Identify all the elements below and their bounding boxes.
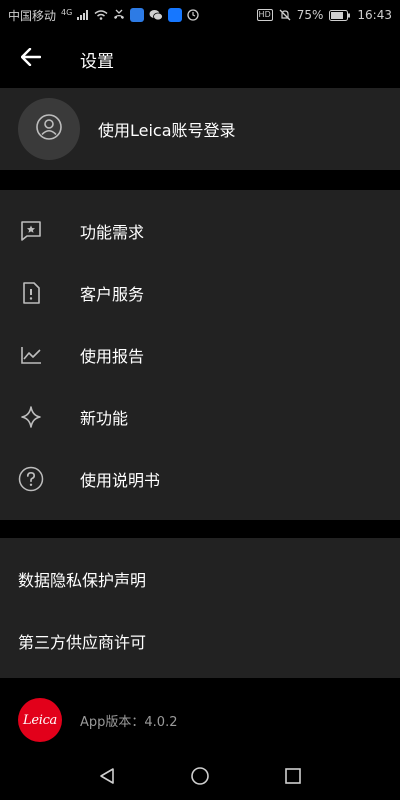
missed-call-icon bbox=[113, 9, 125, 21]
nav-recents-button[interactable] bbox=[273, 758, 313, 798]
menu-label: 使用说明书 bbox=[80, 471, 161, 490]
battery-icon bbox=[329, 9, 351, 21]
help-circle-icon bbox=[0, 448, 62, 510]
document-alert-icon bbox=[0, 262, 62, 324]
menu-item-customer-service[interactable]: 客户服务 bbox=[0, 262, 400, 324]
menu-item-usage-report[interactable]: 使用报告 bbox=[0, 324, 400, 386]
login-row[interactable]: 使用Leica账号登录 bbox=[0, 88, 400, 170]
system-nav-bar bbox=[0, 756, 400, 800]
square-recents-icon bbox=[284, 767, 302, 789]
menu-item-new-features[interactable]: 新功能 bbox=[0, 386, 400, 448]
app-version: App版本：4.0.2 bbox=[80, 714, 178, 730]
signal-icon bbox=[77, 10, 89, 20]
status-right: HD 75% 16:43 bbox=[256, 8, 392, 22]
page-title: 设置 bbox=[80, 51, 114, 72]
status-left: 中国移动 4G bbox=[8, 7, 199, 24]
triangle-back-icon bbox=[98, 767, 116, 789]
wechat-icon bbox=[149, 9, 164, 21]
avatar bbox=[18, 98, 80, 160]
sparkle-icon bbox=[0, 386, 62, 448]
nav-home-button[interactable] bbox=[180, 758, 220, 798]
app-bar: 设置 bbox=[0, 30, 400, 88]
nav-back-button[interactable] bbox=[87, 758, 127, 798]
menu-item-manual[interactable]: 使用说明书 bbox=[0, 448, 400, 510]
footer: Leica App版本：4.0.2 bbox=[0, 680, 400, 760]
menu-item-feature-request[interactable]: 功能需求 bbox=[0, 200, 400, 262]
battery-percent: 75% bbox=[296, 8, 324, 22]
app-notification-icon bbox=[130, 8, 145, 22]
menu-label: 客户服务 bbox=[80, 285, 145, 304]
menu-label: 新功能 bbox=[80, 409, 129, 428]
circle-home-icon bbox=[190, 766, 210, 790]
clock-app-icon bbox=[187, 9, 199, 21]
leica-logo: Leica bbox=[18, 698, 62, 742]
link-privacy-statement[interactable]: 数据隐私保护声明 bbox=[0, 548, 400, 610]
clock-time: 16:43 bbox=[357, 8, 392, 22]
network-type: 4G bbox=[61, 7, 73, 17]
alipay-icon bbox=[168, 8, 183, 22]
feedback-star-icon bbox=[0, 200, 62, 262]
menu-label: 使用报告 bbox=[80, 347, 145, 366]
back-button[interactable] bbox=[0, 30, 62, 88]
wifi-icon bbox=[94, 10, 108, 20]
link-third-party-licenses[interactable]: 第三方供应商许可 bbox=[0, 610, 400, 672]
menu-label: 功能需求 bbox=[80, 223, 145, 242]
mute-icon bbox=[279, 9, 291, 21]
hd-badge: HD bbox=[256, 9, 273, 21]
user-circle-icon bbox=[35, 113, 63, 145]
menu-section: 功能需求 客户服务 使用报告 新功能 使用说明书 bbox=[0, 190, 400, 520]
status-bar: 中国移动 4G HD 75% 16:43 bbox=[0, 0, 400, 30]
line-chart-icon bbox=[0, 324, 62, 386]
arrow-left-icon bbox=[20, 47, 42, 70]
login-label: 使用Leica账号登录 bbox=[98, 121, 236, 140]
links-section: 数据隐私保护声明 第三方供应商许可 bbox=[0, 538, 400, 678]
carrier-label: 中国移动 bbox=[8, 8, 57, 23]
